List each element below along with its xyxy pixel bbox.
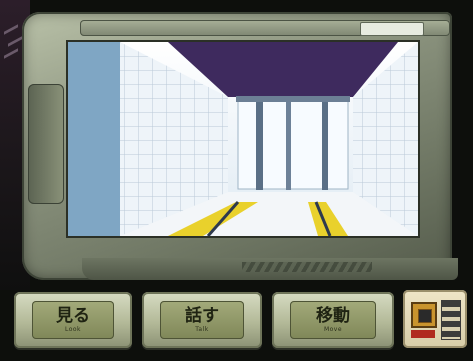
slot-indicator-icon <box>441 300 461 340</box>
talk-button-sublabel: Talk <box>195 326 209 333</box>
look-button-sublabel: Look <box>64 326 82 333</box>
move-button-plate: 移動 Move <box>290 301 376 339</box>
window-mullion-left <box>256 102 263 190</box>
frame-bottom-stripes <box>242 262 372 272</box>
left-blue-wall <box>68 42 120 236</box>
status-red-bar <box>411 330 435 338</box>
move-button-sublabel: Move <box>323 326 343 333</box>
look-button-label: 見る <box>56 306 90 326</box>
move-button[interactable]: 移動 Move <box>272 292 394 348</box>
game-viewport <box>66 40 420 238</box>
status-panel[interactable] <box>403 290 467 348</box>
far-window <box>237 96 349 190</box>
talk-button[interactable]: 話す Talk <box>142 292 262 348</box>
map-panel-icon <box>411 302 437 328</box>
window-sill <box>236 96 350 102</box>
frame-side-panel <box>28 84 64 204</box>
scene-corridor <box>68 42 418 236</box>
window-mullion-center <box>286 102 291 190</box>
move-button-label: 移動 <box>315 306 350 326</box>
look-button-plate: 見る Look <box>31 301 115 339</box>
frame-label <box>390 264 460 276</box>
talk-button-plate: 話す Talk <box>160 301 244 339</box>
frame-badge <box>360 22 424 36</box>
command-bar: 見る Look 話す Talk 移動 Move <box>0 286 473 361</box>
look-button[interactable]: 見る Look <box>14 292 132 348</box>
talk-button-label: 話す <box>185 306 219 326</box>
window-mullion-right <box>322 102 328 190</box>
